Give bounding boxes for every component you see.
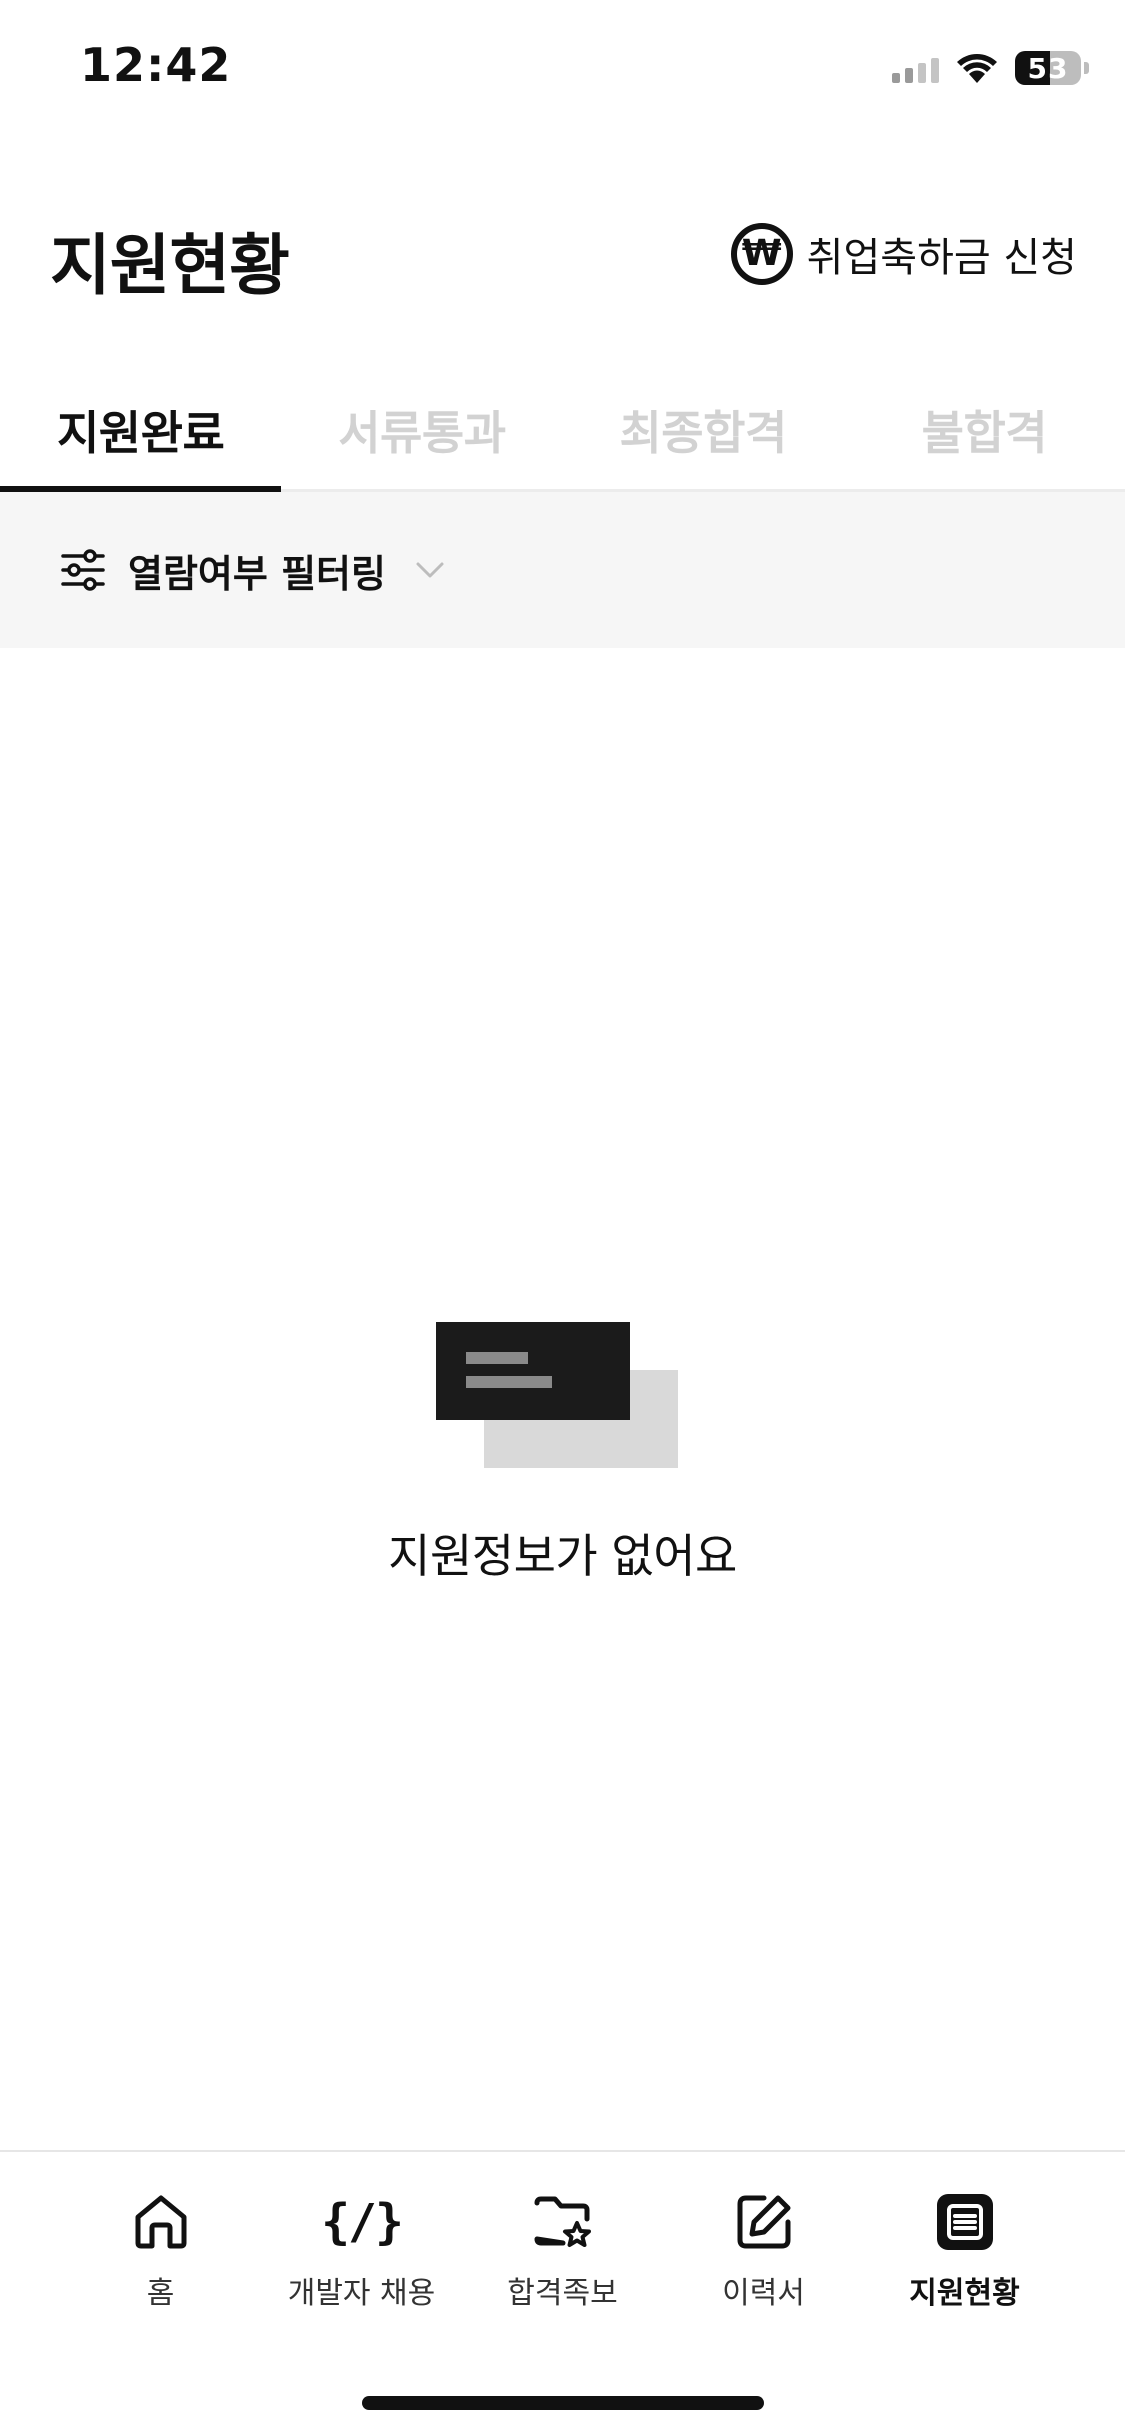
screen: 12:42 53 지원현황 ₩ 취업축하금 신청 지원완료 서류통과 최종합격 …: [0, 0, 1125, 2436]
nav-label: 개발자 채용: [287, 2276, 436, 2311]
battery-level: 53: [1027, 51, 1069, 85]
home-indicator[interactable]: [362, 2396, 764, 2410]
nav-resume[interactable]: 이력서: [663, 2186, 864, 2326]
tab-rejected[interactable]: 불합격: [844, 370, 1125, 489]
list-icon: [933, 2190, 997, 2254]
tab-label: 불합격: [921, 405, 1048, 460]
empty-state-message: 지원정보가 없어요: [388, 1529, 737, 1583]
folder-star-icon: [531, 2190, 595, 2254]
employment-bonus-label: 취업축하금 신청: [806, 235, 1077, 281]
nav-application-status[interactable]: 지원현황: [864, 2186, 1065, 2326]
chevron-down-icon: [416, 562, 444, 578]
nav-label: 홈: [146, 2276, 175, 2311]
status-bar: 12:42 53: [0, 0, 1125, 140]
read-status-filter-button[interactable]: 열람여부 필터링: [60, 532, 448, 608]
nav-home[interactable]: 홈: [60, 2186, 261, 2326]
nav-label: 이력서: [722, 2276, 805, 2311]
page-title: 지원현황: [50, 227, 290, 304]
battery-icon: 53: [1015, 51, 1089, 85]
won-icon: ₩: [730, 223, 793, 285]
tab-label: 지원완료: [56, 405, 225, 460]
filter-bar: 열람여부 필터링: [0, 492, 1125, 648]
status-indicators: 53: [892, 48, 1089, 88]
nav-developer-jobs[interactable]: {/} 개발자 채용: [261, 2186, 462, 2326]
nav-label: 지원현황: [909, 2276, 1020, 2311]
sliders-icon: [61, 549, 105, 591]
filter-label: 열람여부 필터링: [128, 551, 386, 596]
tab-label: 서류통과: [338, 405, 506, 460]
nav-label: 합격족보: [507, 2276, 618, 2311]
status-time: 12:42: [80, 38, 232, 92]
bottom-navigation: 홈 {/} 개발자 채용 합격족보 이력서 지원현황: [0, 2150, 1125, 2436]
cards-illustration: [436, 1322, 678, 1468]
status-tabs: 지원완료 서류통과 최종합격 불합격: [0, 370, 1125, 492]
edit-icon: [732, 2190, 796, 2254]
tab-label: 최종합격: [619, 405, 787, 460]
tab-document-passed[interactable]: 서류통과: [281, 370, 562, 489]
home-icon: [129, 2190, 193, 2254]
code-icon: {/}: [321, 2194, 404, 2250]
tab-final-passed[interactable]: 최종합격: [563, 370, 844, 489]
nav-pass-archive[interactable]: 합격족보: [462, 2186, 663, 2326]
employment-bonus-button[interactable]: ₩ 취업축하금 신청: [730, 220, 1077, 288]
tab-applied[interactable]: 지원완료: [0, 370, 282, 492]
wifi-icon: [957, 54, 997, 83]
cellular-signal-icon: [892, 53, 939, 83]
